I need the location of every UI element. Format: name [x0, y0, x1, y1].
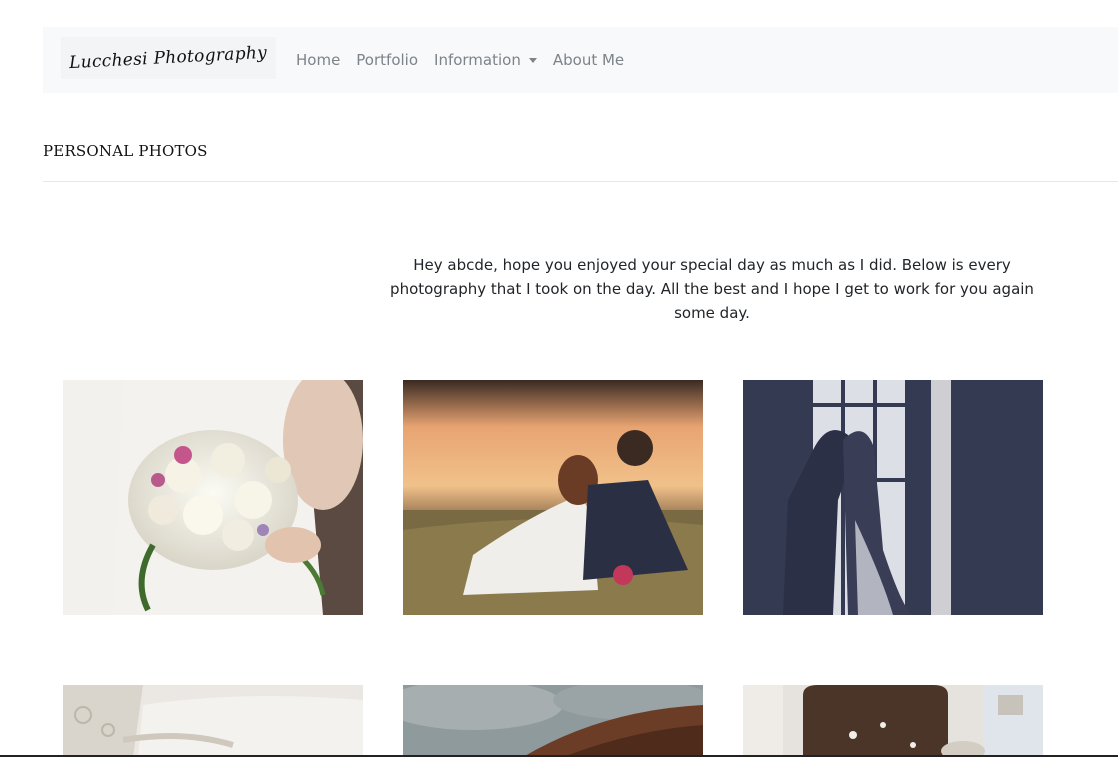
- gallery-photo-cloudy-hill[interactable]: [403, 685, 703, 757]
- gallery-photo-lake-sunset[interactable]: [403, 380, 703, 615]
- intro-text: Hey abcde, hope you enjoyed your special…: [390, 256, 1034, 322]
- nav-links: Home Portfolio Information About Me: [296, 27, 640, 93]
- nav-information-label: Information: [434, 51, 521, 69]
- nav-home-link[interactable]: Home: [296, 51, 340, 69]
- caret-down-icon: [528, 57, 537, 63]
- nav-portfolio-link[interactable]: Portfolio: [356, 51, 418, 69]
- navbar: Lucchesi Photography Home Portfolio Info…: [43, 27, 1118, 93]
- gallery-photo-lace-dress[interactable]: [63, 685, 363, 757]
- page-title: PERSONAL PHOTOS: [43, 142, 208, 160]
- nav-about-me-link[interactable]: About Me: [553, 51, 624, 69]
- nav-information-dropdown[interactable]: Information: [434, 51, 537, 69]
- section-divider: [43, 181, 1118, 182]
- gallery-photo-bouquet[interactable]: [63, 380, 363, 615]
- gallery-photo-archway[interactable]: [743, 685, 1043, 757]
- brand-logo[interactable]: Lucchesi Photography: [61, 37, 276, 79]
- gallery-photo-window-silhouette[interactable]: [743, 380, 1043, 615]
- brand-logo-text: Lucchesi Photography: [69, 42, 268, 74]
